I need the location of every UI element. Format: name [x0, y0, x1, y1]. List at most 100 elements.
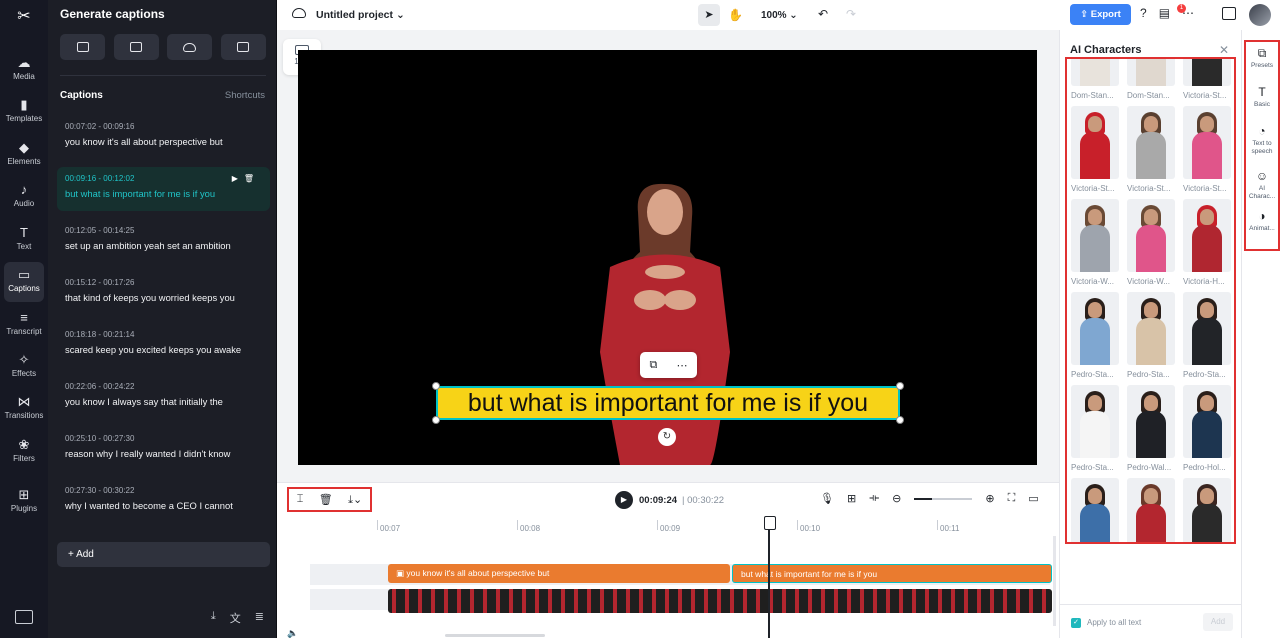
character-card[interactable]: Dom-Stan...: [1127, 59, 1175, 100]
character-card[interactable]: Victoria-W...: [1071, 199, 1119, 286]
tab-presets[interactable]: ⧉ Presets: [1246, 45, 1278, 70]
help-icon[interactable]: ?: [1140, 6, 1147, 20]
download-dropdown-icon[interactable]: ⤓⌄: [348, 493, 362, 507]
list-item[interactable]: 00:07:02 - 00:09:16 you know it's all abo…: [57, 115, 270, 159]
tab-animation[interactable]: ◑ Animat...: [1246, 208, 1278, 233]
caption-text[interactable]: you know I always say that initially the: [65, 396, 270, 407]
keyboard-shortcuts-icon[interactable]: [15, 610, 33, 624]
notifications-icon[interactable]: ▤: [1159, 6, 1170, 20]
character-card[interactable]: Victoria-H...: [1183, 199, 1231, 286]
character-card[interactable]: Alena_Wal...: [1183, 478, 1231, 542]
fit-timeline-icon[interactable]: ⛶: [1008, 492, 1016, 505]
character-card[interactable]: Pedro-Sta...: [1127, 292, 1175, 379]
select-tool-icon[interactable]: ➤: [698, 4, 720, 26]
zoom-in-icon[interactable]: ⊕: [985, 492, 994, 505]
avatar[interactable]: [1249, 4, 1271, 26]
video-clip[interactable]: [388, 589, 1052, 613]
caption-clip[interactable]: ▣ you know it's all about perspective bu…: [388, 564, 730, 583]
find-replace-icon[interactable]: ≣: [255, 610, 264, 626]
nav-item-transcript[interactable]: ≡ Transcript: [0, 305, 48, 345]
list-item[interactable]: 00:15:12 - 00:17:26 that kind of keeps yo…: [57, 271, 270, 315]
split-icon[interactable]: ⌶: [297, 493, 304, 506]
list-item[interactable]: 00:18:18 - 00:21:14 scared keep you excit…: [57, 323, 270, 367]
nav-item-templates[interactable]: ▮ Templates: [0, 92, 48, 132]
caption-clip-selected[interactable]: but what is important for me is if you: [732, 564, 1052, 583]
resize-handle[interactable]: [896, 416, 904, 424]
character-card[interactable]: Victoria-St...: [1127, 106, 1175, 193]
character-card[interactable]: Pedro-Hol...: [1183, 385, 1231, 472]
undo-icon[interactable]: ↶: [818, 7, 828, 21]
nav-item-audio[interactable]: ♪ Audio: [0, 177, 48, 217]
video-canvas[interactable]: ⧉ ⋯ but what is important for me is if y…: [298, 50, 1037, 465]
character-card[interactable]: Victoria-St...: [1071, 106, 1119, 193]
character-card[interactable]: Pedro-Sta...: [1071, 292, 1119, 379]
list-item[interactable]: 00:25:10 - 00:27:30 reason why I really w…: [57, 427, 270, 471]
add-caption-button[interactable]: + Add: [57, 542, 270, 567]
horizontal-scrollbar[interactable]: [445, 634, 545, 637]
character-card[interactable]: Dom-Stan...: [1071, 59, 1119, 100]
manual-captions-button[interactable]: [113, 34, 159, 60]
tab-ai-character[interactable]: ☺ AI Charac...: [1246, 168, 1278, 201]
zoom-dropdown[interactable]: 100% ⌄: [761, 10, 798, 21]
list-item[interactable]: 00:12:05 - 00:14:25 set up an ambition ye…: [57, 219, 270, 263]
auto-captions-button[interactable]: [60, 34, 105, 60]
caption-text[interactable]: but what is important for me is if you: [65, 188, 270, 199]
delete-caption-icon[interactable]: 🗑: [244, 174, 260, 183]
caption-text[interactable]: you know it's all about perspective but: [65, 136, 270, 147]
nav-item-text[interactable]: T Text: [0, 220, 48, 260]
nav-item-plugins[interactable]: ⊞ Plugins: [0, 482, 48, 522]
volume-icon[interactable]: 🔈: [287, 628, 298, 638]
redo-icon[interactable]: ↷: [846, 7, 856, 21]
nav-item-media[interactable]: ☁ Media: [0, 50, 48, 90]
upload-captions-button[interactable]: [167, 34, 213, 60]
caption-text[interactable]: reason why I really wanted I didn't know: [65, 448, 270, 459]
shortcuts-link[interactable]: Shortcuts: [225, 90, 265, 101]
character-card[interactable]: Victoria-St...: [1183, 59, 1231, 100]
caption-text[interactable]: set up an ambition yeah set an ambition: [65, 240, 270, 251]
layout-panel-icon[interactable]: [1222, 7, 1236, 20]
vertical-scrollbar[interactable]: [1053, 536, 1056, 626]
time-ruler[interactable]: 00:07 00:08 00:09 00:10 00:11: [310, 516, 1050, 536]
timeline-zoom-slider[interactable]: [914, 497, 973, 500]
project-name[interactable]: Untitled project ⌄: [316, 9, 405, 21]
caption-overlay[interactable]: but what is important for me is if you: [436, 386, 900, 420]
download-icon[interactable]: ⤓: [211, 610, 216, 626]
export-button[interactable]: ⇪ Export: [1070, 4, 1131, 25]
character-card[interactable]: Pedro-Sta...: [1071, 385, 1119, 472]
delete-icon[interactable]: 🗑: [319, 493, 333, 506]
hand-tool-icon[interactable]: ✋: [728, 8, 743, 22]
more-icon[interactable]: ⋯: [676, 359, 687, 372]
list-item[interactable]: 00:27:30 - 00:30:22 why I wanted to becom…: [57, 479, 270, 523]
character-card[interactable]: Victoria-W...: [1127, 199, 1175, 286]
list-item[interactable]: 00:22:06 - 00:24:22 you know I always say…: [57, 375, 270, 419]
add-character-button[interactable]: Add: [1203, 613, 1233, 631]
tab-basic-text[interactable]: T Basic: [1246, 84, 1278, 109]
character-card[interactable]: Victoria-St...: [1183, 106, 1231, 193]
tab-text-to-speech[interactable]: ◔ Text to speech: [1246, 123, 1278, 156]
scan-captions-button[interactable]: [220, 34, 266, 60]
list-item[interactable]: 00:09:16 - 00:12:02 but what is important…: [57, 167, 270, 211]
play-caption-icon[interactable]: ▶: [232, 174, 244, 183]
resize-handle[interactable]: [432, 416, 440, 424]
caption-text[interactable]: scared keep you excited keeps you awake: [65, 344, 270, 355]
character-card[interactable]: Pedro-Hol...: [1071, 478, 1119, 542]
translate-icon[interactable]: 文: [230, 610, 241, 626]
microphone-icon[interactable]: 🎙: [820, 492, 834, 505]
resize-handle[interactable]: [432, 382, 440, 390]
character-card[interactable]: Pedro-Sta...: [1183, 292, 1231, 379]
close-icon[interactable]: ✕: [1219, 43, 1229, 57]
auto-reframe-icon[interactable]: ⊞: [847, 492, 856, 505]
caption-text[interactable]: that kind of keeps you worried keeps you: [65, 292, 270, 303]
nav-item-elements[interactable]: ◆ Elements: [0, 135, 48, 175]
cloud-save-icon[interactable]: [292, 8, 306, 18]
feedback-icon[interactable]: ▭: [1028, 492, 1038, 505]
caption-text[interactable]: why I wanted to become a CEO I cannot: [65, 500, 270, 511]
zoom-out-icon[interactable]: ⊖: [892, 492, 901, 505]
nav-item-effects[interactable]: ✧ Effects: [0, 347, 48, 387]
character-card[interactable]: Alena_Wal...: [1127, 478, 1175, 542]
playhead[interactable]: [764, 516, 776, 638]
nav-item-filters[interactable]: ❀ Filters: [0, 432, 48, 472]
split-scene-icon[interactable]: ⟛: [869, 492, 879, 505]
play-button-icon[interactable]: ▶: [615, 491, 633, 509]
duplicate-icon[interactable]: ⧉: [650, 359, 658, 372]
